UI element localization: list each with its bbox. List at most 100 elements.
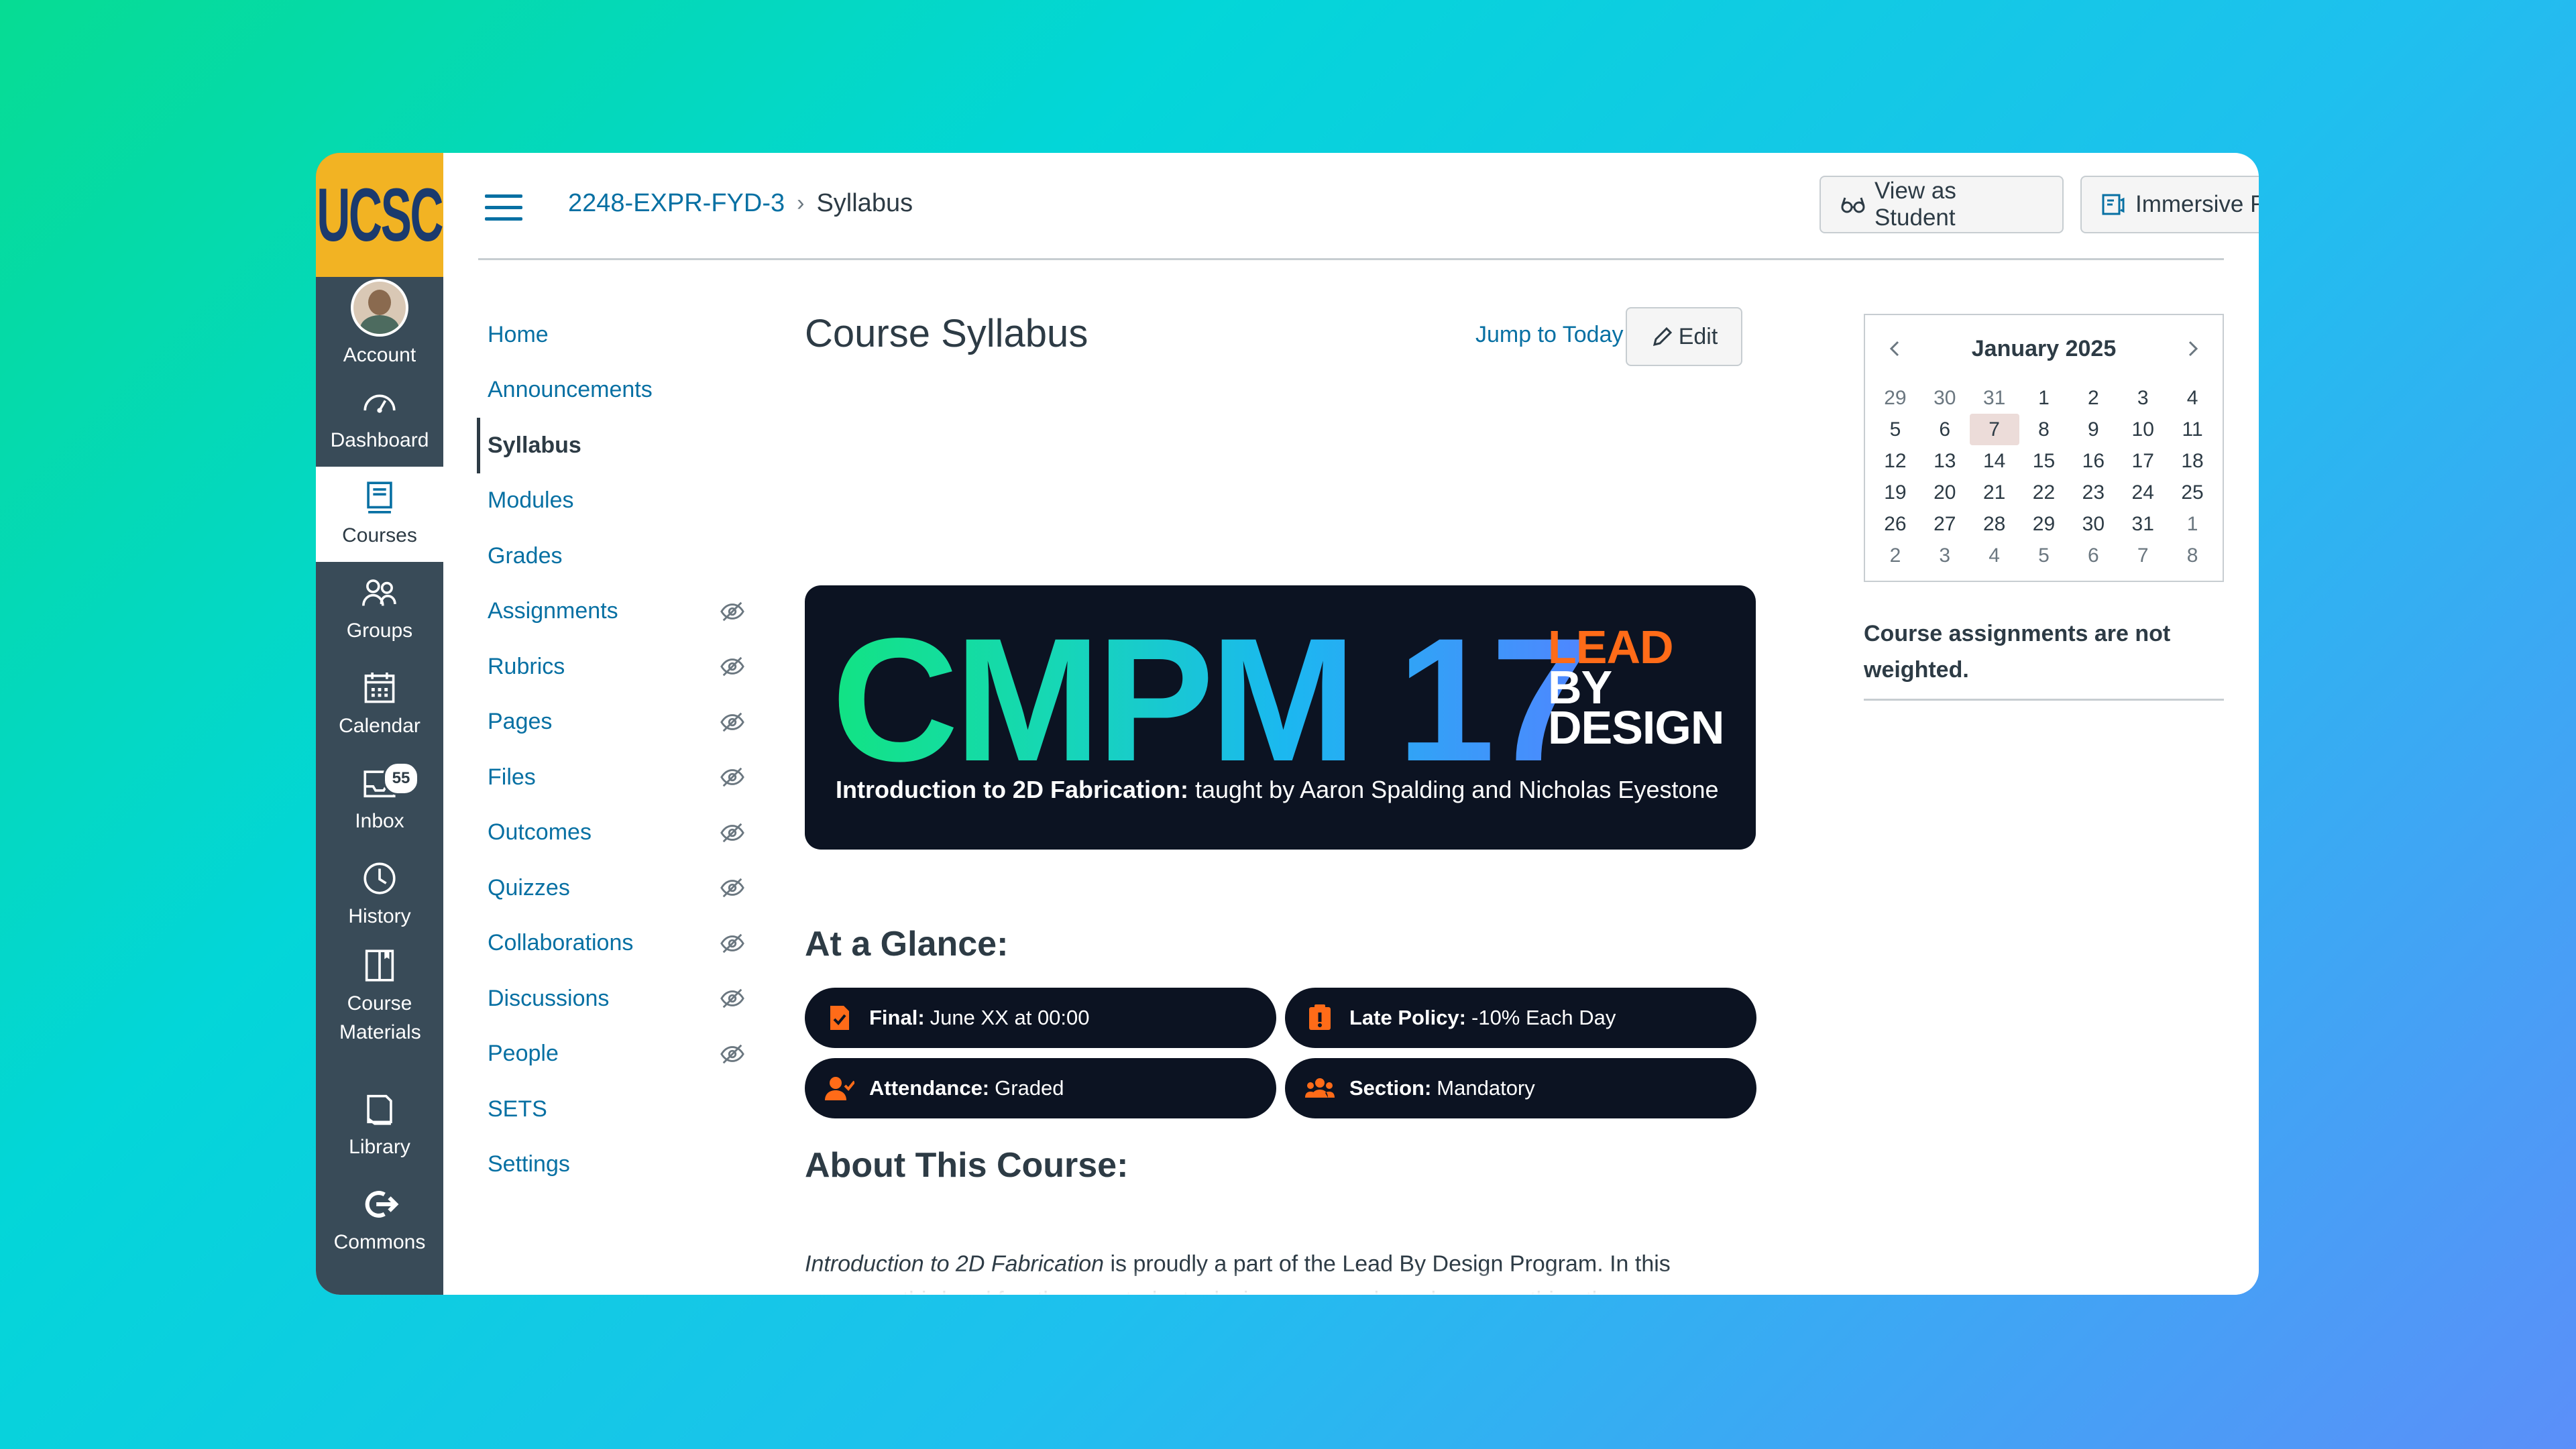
- view-as-student-button[interactable]: View as Student: [1819, 176, 2064, 233]
- global-nav-account[interactable]: Account: [316, 277, 443, 372]
- calendar-day[interactable]: 7: [1969, 414, 2019, 445]
- calendar-day[interactable]: 3: [1920, 540, 1970, 571]
- global-nav-courses[interactable]: Courses: [316, 467, 443, 562]
- calendar-day[interactable]: 31: [1970, 382, 2019, 414]
- course-nav-files[interactable]: Files: [477, 750, 745, 805]
- calendar-day[interactable]: 17: [2118, 445, 2168, 477]
- calendar-day[interactable]: 26: [1870, 508, 1920, 540]
- course-nav-pages[interactable]: Pages: [477, 695, 745, 750]
- calendar-day[interactable]: 15: [2019, 445, 2069, 477]
- course-nav-quizzes[interactable]: Quizzes: [477, 860, 745, 916]
- tagline-line: DESIGN: [1548, 701, 1724, 754]
- course-nav-home[interactable]: Home: [477, 307, 745, 363]
- calendar-day[interactable]: 8: [2019, 414, 2069, 445]
- calendar-day[interactable]: 14: [1970, 445, 2019, 477]
- chevron-right-icon[interactable]: [2182, 339, 2202, 359]
- global-nav-label: Commons: [333, 1231, 426, 1254]
- global-nav-library[interactable]: Library: [316, 1078, 443, 1173]
- calendar-day[interactable]: 18: [2168, 445, 2217, 477]
- calendar-day[interactable]: 28: [1970, 508, 2019, 540]
- calendar-day[interactable]: 10: [2118, 414, 2168, 445]
- calendar-day[interactable]: 27: [1920, 508, 1970, 540]
- glance-value: June XX at 00:00: [930, 1006, 1090, 1029]
- jump-to-today-link[interactable]: Jump to Today: [1475, 322, 1624, 348]
- hidden-eye-icon: [720, 601, 744, 621]
- calendar-day[interactable]: 9: [2068, 414, 2118, 445]
- calendar-day[interactable]: 24: [2118, 477, 2168, 508]
- global-nav-dashboard[interactable]: Dashboard: [316, 371, 443, 467]
- course-nav-label: Grades: [488, 542, 563, 569]
- hidden-eye-icon: [720, 988, 744, 1008]
- course-nav-grades[interactable]: Grades: [477, 528, 745, 584]
- global-nav-course-materials[interactable]: Course Materials: [316, 943, 443, 1050]
- calendar-day[interactable]: 5: [2019, 540, 2069, 571]
- weighting-note: Course assignments are not weighted.: [1864, 621, 2171, 683]
- canvas-window: UCSC Account Dashboard Courses Groups Ca…: [316, 153, 2259, 1295]
- calendar-day[interactable]: 1: [2168, 508, 2217, 540]
- global-nav-commons[interactable]: Commons: [316, 1173, 443, 1269]
- calendar-day[interactable]: 19: [1870, 477, 1920, 508]
- calendar-day[interactable]: 6: [1920, 414, 1970, 445]
- calendar-day[interactable]: 6: [2068, 540, 2118, 571]
- calendar-day[interactable]: 5: [1870, 414, 1920, 445]
- course-nav-assignments[interactable]: Assignments: [477, 584, 745, 640]
- course-nav-outcomes[interactable]: Outcomes: [477, 805, 745, 861]
- calendar-day[interactable]: 16: [2068, 445, 2118, 477]
- hidden-eye-icon: [720, 767, 744, 787]
- page-title: Course Syllabus: [805, 312, 1088, 355]
- about-heading: About This Course:: [805, 1146, 1129, 1185]
- course-nav-rubrics[interactable]: Rubrics: [477, 639, 745, 695]
- glance-late-policy: Late Policy: -10% Each Day: [1285, 988, 1756, 1048]
- course-nav-modules[interactable]: Modules: [477, 473, 745, 529]
- global-nav-inbox[interactable]: Inbox 55: [316, 752, 443, 848]
- glance-final: Final: June XX at 00:00: [805, 988, 1276, 1048]
- immersive-reader-icon: [2102, 194, 2125, 215]
- mini-calendar: January 2025 29 30 31 1 2 3 4 5 6 7 8 9 10 11 12 13 14 15…: [1864, 314, 2224, 582]
- calendar-day[interactable]: 2: [1870, 540, 1920, 571]
- course-nav-people[interactable]: People: [477, 1027, 745, 1082]
- course-nav-announcements[interactable]: Announcements: [477, 363, 745, 418]
- chevron-left-icon[interactable]: [1885, 339, 1905, 359]
- course-nav-discussions[interactable]: Discussions: [477, 971, 745, 1027]
- ucsc-logo[interactable]: UCSC: [316, 153, 444, 277]
- calendar-day[interactable]: 29: [2019, 508, 2069, 540]
- calendar-day[interactable]: 30: [2068, 508, 2118, 540]
- divider: [1864, 699, 2224, 701]
- course-nav-collaborations[interactable]: Collaborations: [477, 916, 745, 972]
- course-nav-label: Discussions: [488, 985, 610, 1011]
- course-nav-settings[interactable]: Settings: [477, 1137, 745, 1193]
- calendar-day[interactable]: 3: [2118, 382, 2168, 414]
- global-nav-label: Courses: [342, 524, 417, 547]
- calendar-day[interactable]: 21: [1970, 477, 2019, 508]
- hidden-eye-icon: [720, 712, 744, 732]
- calendar-day[interactable]: 29: [1870, 382, 1920, 414]
- calendar-day[interactable]: 12: [1870, 445, 1920, 477]
- calendar-day[interactable]: 1: [2019, 382, 2069, 414]
- syllabus-content: Course Syllabus Jump to Today Edit CMPM …: [805, 307, 1757, 1295]
- calendar-day[interactable]: 11: [2168, 414, 2217, 445]
- calendar-day[interactable]: 23: [2068, 477, 2118, 508]
- calendar-day[interactable]: 8: [2168, 540, 2217, 571]
- breadcrumb-course-link[interactable]: 2248-EXPR-FYD-3: [568, 189, 785, 218]
- course-nav-label: People: [488, 1041, 559, 1067]
- course-nav-syllabus[interactable]: Syllabus: [477, 418, 745, 473]
- calendar-day[interactable]: 31: [2118, 508, 2168, 540]
- course-nav-sets[interactable]: SETS: [477, 1082, 745, 1137]
- calendar-day[interactable]: 22: [2019, 477, 2069, 508]
- calendar-day[interactable]: 20: [1920, 477, 1970, 508]
- calendar-day[interactable]: 25: [2168, 477, 2217, 508]
- calendar-day[interactable]: 7: [2118, 540, 2168, 571]
- calendar-day[interactable]: 2: [2068, 382, 2118, 414]
- banner-subtitle: Introduction to 2D Fabrication: taught b…: [836, 776, 1719, 804]
- calendar-day[interactable]: 4: [2168, 382, 2217, 414]
- global-nav-calendar[interactable]: Calendar: [316, 657, 443, 752]
- global-nav-history[interactable]: History: [316, 848, 443, 943]
- immersive-reader-button[interactable]: Immersive Reader: [2080, 176, 2259, 233]
- global-nav-groups[interactable]: Groups: [316, 562, 443, 657]
- calendar-day[interactable]: 13: [1920, 445, 1970, 477]
- edit-button[interactable]: Edit: [1626, 307, 1742, 366]
- calendar-day[interactable]: 4: [1970, 540, 2019, 571]
- hamburger-menu-icon[interactable]: [485, 194, 522, 221]
- header-divider: [478, 258, 2224, 260]
- calendar-day[interactable]: 30: [1920, 382, 1970, 414]
